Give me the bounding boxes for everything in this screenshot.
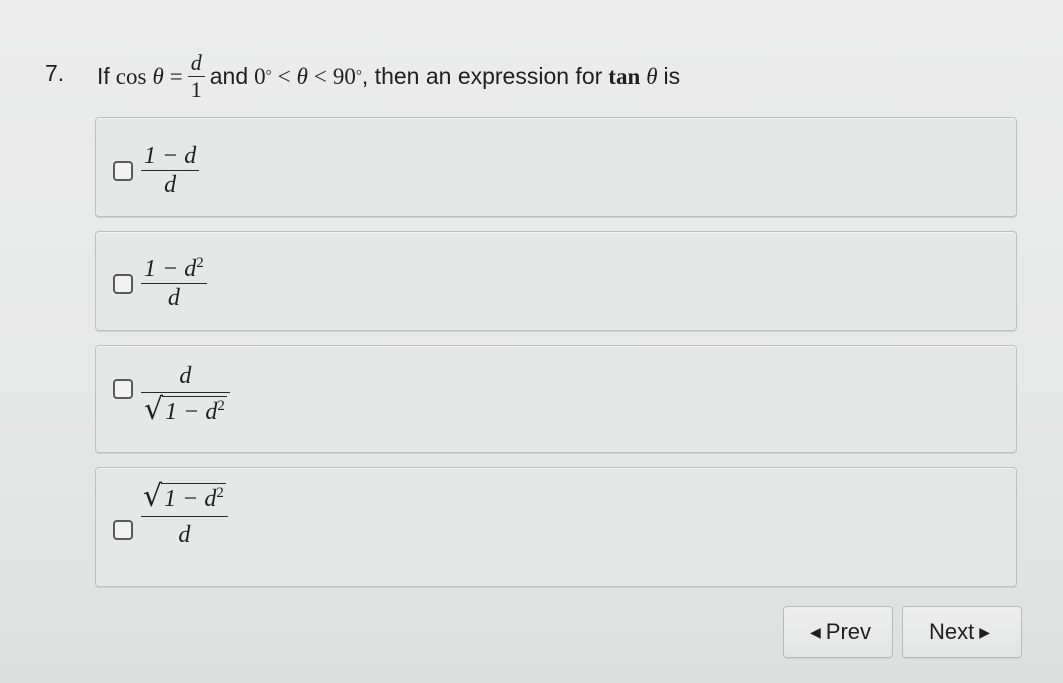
lower-bound: 0 bbox=[254, 63, 266, 89]
choice-1-denominator: d bbox=[164, 172, 177, 198]
question: 7. If cos θ = d 1 and 0 ° < θ < 90 ° , t… bbox=[45, 44, 1005, 104]
next-button[interactable]: Next ▶ bbox=[902, 606, 1022, 658]
question-text: If cos θ = d 1 and 0 ° < θ < 90 ° , then… bbox=[97, 52, 680, 101]
theta-symbol: θ bbox=[152, 63, 164, 89]
radical-sign: √ bbox=[144, 392, 164, 427]
choice-3-numerator: d bbox=[141, 364, 230, 393]
given-denominator: 1 bbox=[190, 77, 202, 102]
choice-4[interactable]: √ 1 − d2 d bbox=[95, 467, 1017, 587]
choice-4-radicand-base: 1 − d bbox=[164, 485, 217, 512]
next-button-label: Next bbox=[928, 619, 975, 644]
choice-2-numerator-base: 1 − d bbox=[144, 256, 197, 282]
choice-1-formula: 1 − d d bbox=[141, 144, 200, 198]
choice-4-radicand: 1 − d2 bbox=[161, 482, 226, 512]
choice-1-checkbox[interactable] bbox=[113, 161, 133, 181]
choice-3-formula: d √ 1 − d2 bbox=[141, 364, 230, 425]
choice-2-numerator: 1 − d2 bbox=[141, 256, 207, 284]
choice-4-exponent: 2 bbox=[216, 484, 224, 501]
choice-4-formula: √ 1 − d2 d bbox=[141, 482, 228, 547]
tan-function: tan bbox=[608, 63, 641, 89]
less-than-sign: < bbox=[313, 63, 327, 89]
choice-2-exponent: 2 bbox=[196, 255, 204, 271]
prev-button[interactable]: ◀ Prev bbox=[783, 606, 893, 658]
question-ending: is bbox=[663, 63, 681, 89]
question-number: 7. bbox=[45, 60, 65, 86]
choice-2[interactable]: 1 − d2 d bbox=[95, 231, 1017, 331]
choice-3-radicand-base: 1 − d bbox=[165, 398, 218, 425]
left-arrow-icon: ◀ bbox=[809, 623, 821, 640]
choice-3-denominator: √ 1 − d2 bbox=[141, 393, 230, 425]
prev-button-label: Prev bbox=[825, 619, 872, 644]
question-prefix: If bbox=[97, 63, 110, 89]
choice-4-checkbox[interactable] bbox=[113, 520, 133, 540]
right-arrow-icon: ▶ bbox=[979, 623, 991, 640]
choice-1-numerator: 1 − d bbox=[141, 144, 200, 171]
choice-4-denominator: d bbox=[178, 522, 191, 548]
choice-2-denominator: d bbox=[167, 285, 180, 311]
theta-symbol: θ bbox=[646, 63, 658, 89]
choice-3[interactable]: d √ 1 − d2 bbox=[95, 345, 1017, 453]
upper-bound: 90 bbox=[332, 63, 356, 89]
choice-3-exponent: 2 bbox=[217, 397, 225, 414]
given-numerator: d bbox=[187, 52, 205, 77]
choice-1[interactable]: 1 − d d bbox=[95, 117, 1017, 217]
cos-function: cos bbox=[115, 63, 147, 89]
radical-sign: √ bbox=[143, 479, 163, 514]
given-fraction: d 1 bbox=[187, 52, 205, 102]
choice-2-checkbox[interactable] bbox=[113, 274, 133, 294]
choice-3-checkbox[interactable] bbox=[113, 379, 133, 399]
square-root: √ 1 − d2 bbox=[144, 395, 227, 425]
choice-4-numerator: √ 1 − d2 bbox=[141, 482, 228, 517]
degree-symbol: ° bbox=[265, 68, 272, 84]
theta-symbol: θ bbox=[296, 63, 308, 89]
choice-3-radicand: 1 − d2 bbox=[162, 395, 227, 425]
question-suffix: , then an expression for bbox=[361, 63, 603, 89]
connector-text: and bbox=[209, 63, 249, 89]
choice-2-formula: 1 − d2 d bbox=[141, 256, 207, 310]
square-root: √ 1 − d2 bbox=[143, 482, 226, 512]
answer-choices: 1 − d d 1 − d2 d d √ 1 − d2 √ 1 − d2 d bbox=[95, 117, 1017, 601]
equals-sign: = bbox=[169, 63, 183, 89]
less-than-sign: < bbox=[277, 63, 291, 89]
